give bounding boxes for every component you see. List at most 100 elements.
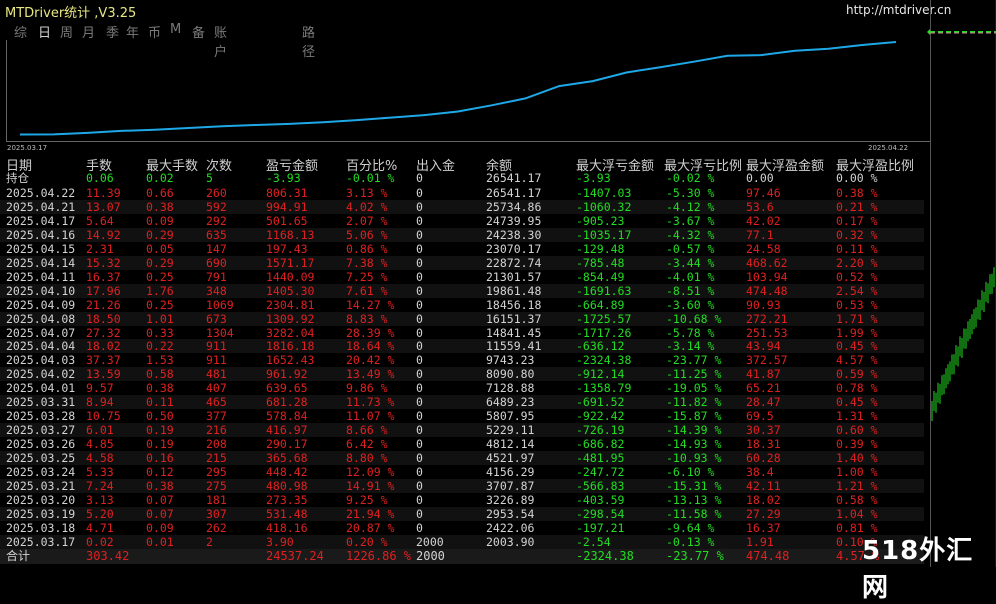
cell-10: 251.53 <box>746 325 788 340</box>
cell-0: 2025.03.26 <box>6 437 76 452</box>
cell-1: 18.02 <box>86 339 121 354</box>
cell-2: 1.01 <box>146 311 174 326</box>
table-row: 2025.04.15 2.31 0.05 147 197.43 0.86 % 0 23070.… <box>0 242 924 256</box>
cell-7: 25734.86 <box>486 199 542 214</box>
cell-9: -4.32 % <box>666 227 715 242</box>
cell-8: -566.83 <box>576 478 625 493</box>
cell-4: -3.93 <box>266 171 301 185</box>
position-row: 持仓 0.06 0.02 5 -3.93 -0.01 % 0 26541.17 -3.93 -0.… <box>0 171 924 185</box>
cell-0: 2025.03.18 <box>6 520 76 535</box>
cell-6: 0 <box>416 255 423 270</box>
cell-11: 0.53 % <box>836 297 878 312</box>
cell-3: 260 <box>206 186 227 200</box>
cell-5: 12.09 % <box>346 465 395 479</box>
cell-6: 0 <box>416 520 423 535</box>
cell-11: 0.45 % <box>836 339 878 354</box>
cell-6: 0 <box>416 353 423 368</box>
cell-11: 1.00 % <box>836 465 878 479</box>
cell-5: 11.73 % <box>346 395 395 410</box>
cell-11: 1.31 % <box>836 409 878 424</box>
cell-6: 0 <box>416 478 423 493</box>
cell-2: 1.76 <box>146 283 174 298</box>
cell-4: 531.48 <box>266 506 308 521</box>
cell-3: 673 <box>206 311 227 326</box>
cell-4: 1816.18 <box>266 339 315 354</box>
cell-3: 348 <box>206 283 227 298</box>
cell-7: 3226.89 <box>486 492 535 507</box>
cell-5: 18.64 % <box>346 339 395 354</box>
cell-3: 215 <box>206 451 227 466</box>
cell-2: 0.05 <box>146 241 174 256</box>
cell-3: 481 <box>206 367 227 382</box>
cell-4: 448.42 <box>266 465 308 479</box>
cell-11: 0.21 % <box>836 199 878 214</box>
total-cell-6: 2000 <box>416 549 445 563</box>
cell-4: 197.43 <box>266 241 308 256</box>
cell-6: 0 <box>416 437 423 452</box>
cell-10: 38.4 <box>746 465 774 479</box>
cell-8: -1725.57 <box>576 311 632 326</box>
cell-1: 3.13 <box>86 492 114 507</box>
cell-10: 77.1 <box>746 227 774 242</box>
cell-0: 2025.04.07 <box>6 325 76 340</box>
cell-7: 2422.06 <box>486 520 535 535</box>
cell-5: 28.39 % <box>346 325 395 340</box>
cell-4: 1168.13 <box>266 227 315 242</box>
cell-8: -247.72 <box>576 465 625 479</box>
table-row: 2025.04.21 13.07 0.38 592 994.91 4.02 % 0 25734… <box>0 199 924 214</box>
cell-4: 1571.17 <box>266 255 315 270</box>
table-row: 2025.04.10 17.96 1.76 348 1405.30 7.61 % 0 1986… <box>0 283 924 298</box>
table-row: 2025.03.17 0.02 0.01 2 3.90 0.20 % 2000 2003.90… <box>0 534 924 549</box>
cell-10: 90.93 <box>746 297 781 312</box>
cell-8: -726.19 <box>576 423 625 438</box>
cell-7: 18456.18 <box>486 297 542 312</box>
cell-11: 2.54 % <box>836 283 878 298</box>
cell-8: -298.54 <box>576 506 625 521</box>
cell-10: 18.31 <box>746 437 781 452</box>
cell-11: 0.58 % <box>836 492 878 507</box>
cell-11: 1.40 % <box>836 451 878 466</box>
table-row: 2025.03.28 10.75 0.50 377 578.84 11.07 % 0 5807… <box>0 409 924 423</box>
cell-7: 4521.97 <box>486 451 535 466</box>
cell-3: 216 <box>206 423 227 438</box>
cell-2: 0.33 <box>146 325 174 340</box>
cell-5: 6.42 % <box>346 437 388 452</box>
cell-10: 53.6 <box>746 199 774 214</box>
cell-3: 5 <box>206 171 213 185</box>
cell-1: 0.06 <box>86 171 114 185</box>
cell-0: 2025.04.10 <box>6 283 76 298</box>
table-row: 2025.04.16 14.92 0.29 635 1168.13 5.06 % 0 2423… <box>0 227 924 242</box>
cell-6: 0 <box>416 171 423 185</box>
cell-8: -912.14 <box>576 367 625 382</box>
table-row: 2025.04.22 11.39 0.66 260 806.31 3.13 % 0 26541… <box>0 186 924 200</box>
cell-6: 0 <box>416 339 423 354</box>
cell-3: 307 <box>206 506 227 521</box>
cell-8: -129.48 <box>576 241 625 256</box>
cell-7: 24238.30 <box>486 227 542 242</box>
cell-1: 5.20 <box>86 506 114 521</box>
cell-1: 15.32 <box>86 255 121 270</box>
cell-9: -13.13 % <box>666 492 722 507</box>
table-row: 2025.04.09 21.26 0.25 1069 2304.81 14.27 % 0 18… <box>0 298 924 312</box>
cell-6: 0 <box>416 492 423 507</box>
cell-8: -785.48 <box>576 255 625 270</box>
cell-9: -8.51 % <box>666 283 715 298</box>
cell-11: 1.71 % <box>836 311 878 326</box>
cell-10: 103.94 <box>746 269 788 284</box>
cell-1: 0.02 <box>86 534 114 549</box>
cell-6: 0 <box>416 325 423 340</box>
cell-2: 0.29 <box>146 255 174 270</box>
cell-9: -14.39 % <box>666 423 722 438</box>
table-header: 日期 手数 最大手数 次数 盈亏金额 百分比% 出入金 余额 最大浮亏金额 最大浮亏比例 最大浮盈金… <box>0 155 924 174</box>
cell-1: 7.24 <box>86 478 114 493</box>
cell-1: 5.64 <box>86 213 114 228</box>
cell-10: 272.21 <box>746 311 788 326</box>
table-row: 2025.04.17 5.64 0.09 292 501.65 2.07 % 0 24739.… <box>0 214 924 228</box>
cell-1: 5.33 <box>86 465 114 479</box>
cell-9: -4.12 % <box>666 199 715 214</box>
cell-8: -1035.17 <box>576 227 632 242</box>
cell-3: 147 <box>206 241 227 256</box>
cell-1: 10.75 <box>86 409 121 424</box>
cell-5: 9.86 % <box>346 381 388 396</box>
cell-0: 2025.04.11 <box>6 269 76 284</box>
